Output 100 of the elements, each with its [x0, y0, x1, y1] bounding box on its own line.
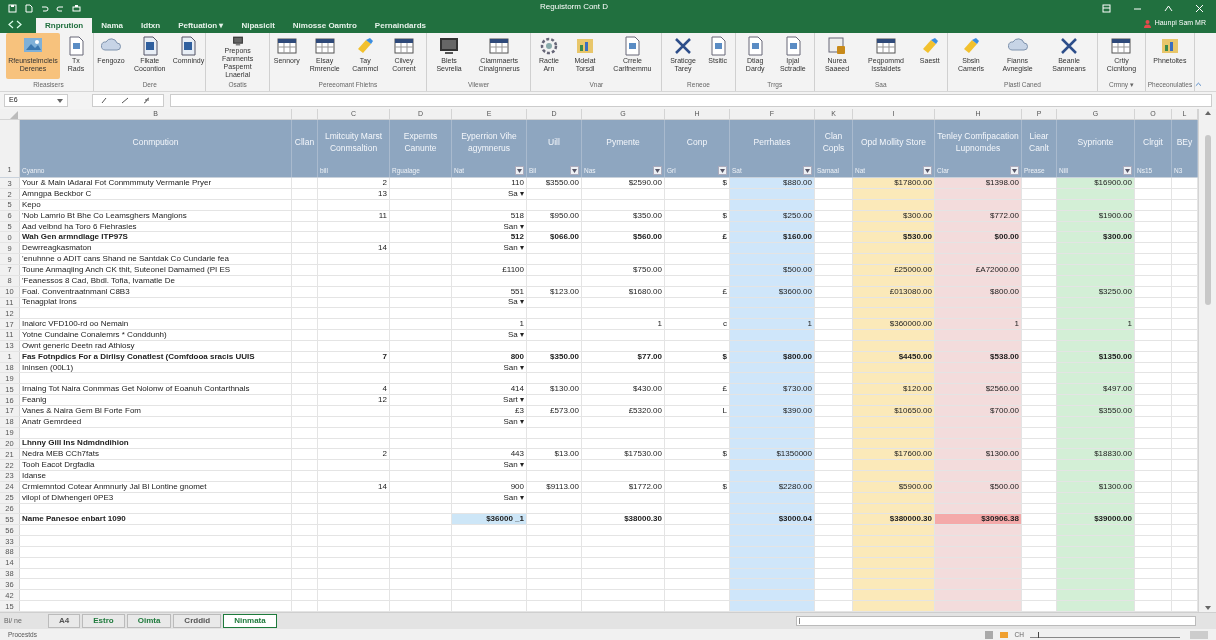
table-cell[interactable]: 2 — [318, 449, 390, 460]
filter-button[interactable] — [653, 166, 662, 176]
table-cell[interactable]: San ▾ — [452, 492, 527, 503]
table-cell[interactable]: $1350000 — [730, 449, 815, 460]
table-cell[interactable]: $772.00 — [935, 210, 1022, 221]
formula-input[interactable] — [170, 94, 1212, 107]
table-cell[interactable]: Ininsen (00L1) — [20, 362, 292, 373]
table-cell[interactable]: 443 — [452, 449, 527, 460]
ribbon-tab[interactable]: Nama — [92, 18, 132, 33]
table-cell[interactable]: 1 — [452, 319, 527, 330]
table-cell[interactable]: $18830.00 — [1057, 449, 1135, 460]
table-cell[interactable]: $3000.04 — [730, 514, 815, 525]
table-cell[interactable]: vilopl of Dlwhengeri 0PE3 — [20, 492, 292, 503]
table-cell[interactable]: 110 — [452, 178, 527, 189]
table-cell[interactable]: $1398.00 — [935, 178, 1022, 189]
table-cell[interactable]: Your & Main lAdaral Fot Conmmmuty Vermanle Pryer — [20, 178, 292, 189]
table-cell[interactable]: 12 — [318, 395, 390, 405]
table-cell[interactable]: $800.00 — [935, 286, 1022, 297]
table-cell[interactable]: $1900.00 — [1057, 210, 1135, 221]
table-cell[interactable]: 800 — [452, 351, 527, 362]
table-cell[interactable]: $4450.00 — [853, 351, 935, 362]
scroll-thumb[interactable] — [1204, 135, 1211, 305]
table-cell[interactable]: $3600.00 — [730, 286, 815, 297]
table-cell[interactable]: $800.00 — [730, 351, 815, 362]
zoom-slider[interactable] — [1030, 631, 1180, 638]
table-cell[interactable]: Dewrreagkasmaton — [20, 243, 292, 254]
sheet-tab[interactable]: Oimta — [126, 614, 172, 628]
table-cell[interactable]: Inaiorc VFD100-rd oo Nemain — [20, 319, 292, 330]
table-cell[interactable]: Lhnny Gill Ins Ndmdndihion — [20, 438, 292, 449]
table-cell[interactable]: 14 — [318, 481, 390, 492]
table-cell[interactable]: $1300.00 — [1057, 481, 1135, 492]
table-cell[interactable]: $300.00 — [1057, 232, 1135, 243]
table-cell[interactable]: Tenagplat Irons — [20, 297, 292, 308]
table-cell[interactable]: 11 — [318, 210, 390, 221]
table-cell[interactable]: 'enuhnne o ADIT cans Shand ne Santdak Co Cundarie fea — [20, 254, 292, 264]
table-cell[interactable]: Aad velbnd ha Toro 6 Fiehrasies — [20, 221, 292, 232]
table-cell[interactable]: Fas Fotnpdics For a Dirlisy Conatlest (Comfdooa sracis UUIS — [20, 351, 292, 362]
table-cell[interactable]: £1100 — [452, 265, 527, 275]
filter-button[interactable] — [718, 166, 727, 176]
table-cell[interactable]: £25000.00 — [853, 265, 935, 275]
table-cell[interactable]: 14 — [318, 243, 390, 254]
table-cell[interactable]: $2280.00 — [730, 481, 815, 492]
table-cell[interactable]: $17600.00 — [853, 449, 935, 460]
table-cell[interactable]: $17530.00 — [582, 449, 665, 460]
table-cell[interactable]: 'Nob Lamrio Bt Bhe Co Leamsghers Mangions — [20, 210, 292, 221]
vertical-scrollbar[interactable] — [1198, 109, 1216, 612]
table-cell[interactable]: $380000.30 — [853, 514, 935, 525]
table-cell[interactable]: Irnaing Tot Naira Conmmas Get Nolonw of Eoanuh Contarthnals — [20, 384, 292, 395]
table-cell[interactable]: 1 — [1057, 319, 1135, 330]
table-cell[interactable]: $00.00 — [935, 232, 1022, 243]
table-cell[interactable]: Kepo — [20, 199, 292, 210]
table-cell[interactable]: Crmiemntod Cotear Anmnurly Jal Bl Lontine gnomet — [20, 481, 292, 492]
table-cell[interactable]: £573.00 — [527, 405, 582, 416]
table-cell[interactable]: $9113.00 — [527, 481, 582, 492]
table-cell[interactable]: $700.00 — [935, 405, 1022, 416]
table-cell[interactable]: £3 — [452, 405, 527, 416]
table-cell[interactable]: San ▾ — [452, 221, 527, 232]
table-cell[interactable]: San ▾ — [452, 416, 527, 427]
table-cell[interactable]: $1772.00 — [582, 481, 665, 492]
table-cell[interactable]: Name Panesoe enbart 1090 — [20, 514, 292, 525]
table-cell[interactable]: San ▾ — [452, 460, 527, 471]
table-cell[interactable]: Vanes & Naira Gem Bl Forte Fom — [20, 405, 292, 416]
table-cell[interactable]: Nedra MEB CCh7fats — [20, 449, 292, 460]
table-cell[interactable]: $3550.00 — [1057, 405, 1135, 416]
table-cell[interactable]: San ▾ — [452, 243, 527, 254]
table-cell[interactable]: $880.00 — [730, 178, 815, 189]
table-cell[interactable]: $120.00 — [853, 384, 935, 395]
table-cell[interactable]: 4 — [318, 384, 390, 395]
table-cell[interactable]: $77.00 — [582, 351, 665, 362]
table-cell[interactable]: 518 — [452, 210, 527, 221]
table-cell[interactable]: Wah Gen armndlage ITP97S — [20, 232, 292, 243]
table-cell[interactable]: $350.00 — [582, 210, 665, 221]
table-cell[interactable]: $530.00 — [853, 232, 935, 243]
table-cell[interactable]: Sart ▾ — [452, 395, 527, 405]
table-cell[interactable]: $17800.00 — [853, 178, 935, 189]
table-cell[interactable]: 13 — [318, 189, 390, 199]
horizontal-scrollbar[interactable] — [796, 616, 1196, 626]
filter-button[interactable] — [923, 166, 932, 176]
filter-button[interactable] — [570, 166, 579, 176]
table-cell[interactable]: $16900.00 — [1057, 178, 1135, 189]
table-cell[interactable]: Feanig — [20, 395, 292, 405]
table-cell[interactable]: 512 — [452, 232, 527, 243]
table-cell[interactable]: $360000.00 — [853, 319, 935, 330]
sheet-tab[interactable]: Estro — [82, 614, 125, 628]
sheet-tab[interactable]: Ninmata — [223, 614, 277, 628]
table-cell[interactable]: Sa ▾ — [452, 297, 527, 308]
table-cell[interactable]: $130.00 — [527, 384, 582, 395]
table-cell[interactable]: $160.00 — [730, 232, 815, 243]
filter-button[interactable] — [1010, 166, 1019, 176]
table-cell[interactable]: Idanse — [20, 471, 292, 481]
sheet-tab[interactable]: A4 — [48, 614, 81, 628]
table-cell[interactable]: $1300.00 — [935, 449, 1022, 460]
table-cell[interactable]: 1 — [730, 319, 815, 330]
table-cell[interactable]: Anatr Gemrdeed — [20, 416, 292, 427]
filter-button[interactable] — [1123, 166, 1132, 176]
table-cell[interactable]: $497.00 — [1057, 384, 1135, 395]
table-cell[interactable]: $3250.00 — [1057, 286, 1135, 297]
table-cell[interactable]: $250.00 — [730, 210, 815, 221]
filter-button[interactable] — [803, 166, 812, 176]
sheet-tab[interactable]: Crddid — [173, 614, 222, 628]
